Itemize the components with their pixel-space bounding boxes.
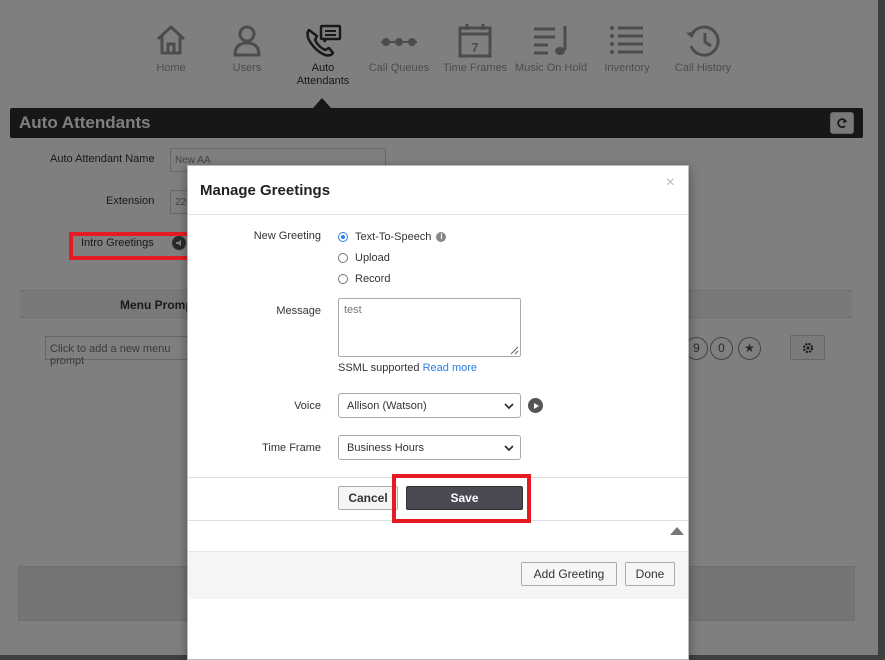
- radio-record[interactable]: [338, 274, 348, 284]
- voice-label: Voice: [294, 400, 321, 412]
- ssml-note: SSML supported Read more: [338, 362, 477, 374]
- chevron-down-icon: [504, 403, 514, 410]
- radio-upload[interactable]: [338, 253, 348, 263]
- message-textarea[interactable]: test: [338, 298, 521, 357]
- modal-header: Manage Greetings ×: [188, 166, 688, 215]
- option-text-to-speech-label: Text-To-Speech: [355, 231, 432, 243]
- voice-select-value: Allison (Watson): [347, 400, 427, 412]
- chevron-down-icon: [504, 445, 514, 452]
- resize-handle-icon[interactable]: [510, 346, 519, 355]
- add-greeting-button[interactable]: Add Greeting: [521, 562, 617, 586]
- read-more-link[interactable]: Read more: [423, 362, 477, 374]
- ssml-text: SSML supported: [338, 362, 420, 374]
- modal-footer: Add Greeting Done: [188, 551, 688, 599]
- time-frame-select-value: Business Hours: [347, 442, 425, 454]
- collapse-up-icon[interactable]: [670, 527, 684, 535]
- manage-greetings-modal: Manage Greetings × New Greeting Text-To-…: [187, 165, 689, 660]
- radio-text-to-speech[interactable]: [338, 232, 348, 242]
- save-button-highlight: [392, 474, 531, 523]
- intro-greetings-highlight: [69, 232, 196, 260]
- option-upload[interactable]: Upload: [338, 251, 390, 265]
- play-voice-button[interactable]: [528, 398, 543, 413]
- time-frame-select[interactable]: Business Hours: [338, 435, 521, 460]
- option-upload-label: Upload: [355, 252, 390, 264]
- message-label: Message: [276, 305, 321, 317]
- time-frame-label: Time Frame: [262, 442, 321, 454]
- modal-title: Manage Greetings: [200, 182, 331, 199]
- info-icon[interactable]: i: [436, 232, 447, 242]
- new-greeting-label: New Greeting: [253, 230, 321, 242]
- close-icon[interactable]: ×: [666, 174, 675, 192]
- option-record[interactable]: Record: [338, 272, 390, 286]
- voice-select[interactable]: Allison (Watson): [338, 393, 521, 418]
- option-record-label: Record: [355, 273, 391, 285]
- option-text-to-speech[interactable]: Text-To-Speech i: [338, 230, 447, 244]
- play-icon: [533, 402, 539, 409]
- done-button[interactable]: Done: [625, 562, 675, 586]
- cancel-button[interactable]: Cancel: [338, 486, 398, 510]
